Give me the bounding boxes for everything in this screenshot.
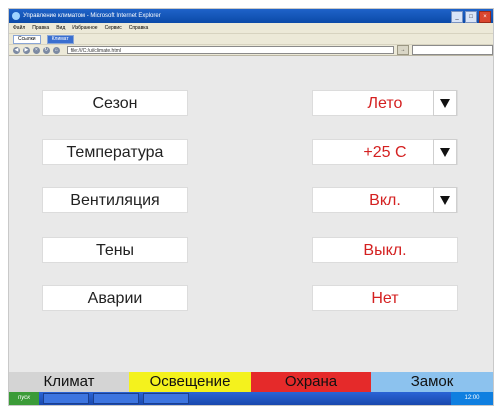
search-input[interactable] bbox=[411, 45, 493, 55]
season-dropdown-button[interactable] bbox=[433, 90, 457, 116]
links-label[interactable]: Ссылки bbox=[13, 34, 41, 44]
taskbar: пуск 12:00 bbox=[9, 392, 493, 405]
chevron-down-icon bbox=[440, 98, 450, 108]
browser-window: Управление климатом - Microsoft Internet… bbox=[8, 8, 494, 406]
menu-edit[interactable]: Правка bbox=[32, 23, 49, 33]
system-clock: 12:00 bbox=[451, 392, 493, 405]
ventilation-dropdown-button[interactable] bbox=[433, 187, 457, 213]
label-heaters: Тены bbox=[42, 237, 188, 263]
value-ventilation-text: Вкл. bbox=[369, 192, 401, 209]
taskbar-item[interactable] bbox=[93, 393, 139, 404]
window-controls: _ □ × bbox=[451, 11, 491, 23]
chevron-down-icon bbox=[440, 147, 450, 157]
section-tabs: Климат Освещение Охрана Замок bbox=[9, 372, 493, 392]
taskbar-item[interactable] bbox=[43, 393, 89, 404]
climate-panel: Сезон Лето Температура +25 С Вентиляция … bbox=[9, 57, 493, 375]
menu-view[interactable]: Вид bbox=[56, 23, 65, 33]
go-button[interactable]: → bbox=[396, 45, 409, 55]
tab-lighting[interactable]: Освещение bbox=[129, 372, 251, 392]
title-bar: Управление климатом - Microsoft Internet… bbox=[9, 9, 493, 23]
menu-help[interactable]: Справка bbox=[129, 23, 149, 33]
window-title: Управление климатом - Microsoft Internet… bbox=[23, 13, 161, 19]
address-bar: ◀ ▶ × ↻ ⌂ file:///C:/ui/climate.html → bbox=[9, 44, 493, 56]
value-temperature-text: +25 С bbox=[363, 144, 407, 161]
menu-tools[interactable]: Сервис bbox=[105, 23, 122, 33]
home-icon[interactable]: ⌂ bbox=[52, 46, 60, 54]
browser-icon bbox=[12, 12, 20, 20]
minimize-button[interactable]: _ bbox=[451, 11, 463, 23]
label-season: Сезон bbox=[42, 90, 188, 116]
temperature-dropdown-button[interactable] bbox=[433, 139, 457, 165]
links-bar: Ссылки Климат bbox=[9, 33, 493, 44]
value-season-text: Лето bbox=[367, 95, 403, 112]
chevron-down-icon bbox=[440, 195, 450, 205]
menu-bar: Файл Правка Вид Избранное Сервис Справка bbox=[9, 23, 493, 33]
refresh-icon[interactable]: ↻ bbox=[42, 46, 50, 54]
tab-security[interactable]: Охрана bbox=[251, 372, 371, 392]
link-climate[interactable]: Климат bbox=[46, 34, 74, 44]
back-icon[interactable]: ◀ bbox=[13, 46, 20, 54]
address-input[interactable]: file:///C:/ui/climate.html bbox=[66, 46, 394, 54]
menu-favorites[interactable]: Избранное bbox=[72, 23, 97, 33]
tab-lock[interactable]: Замок bbox=[371, 372, 493, 392]
value-heaters[interactable]: Выкл. bbox=[312, 237, 458, 263]
maximize-button[interactable]: □ bbox=[465, 11, 477, 23]
menu-file[interactable]: Файл bbox=[13, 23, 25, 33]
label-alarms: Аварии bbox=[42, 285, 188, 311]
close-button[interactable]: × bbox=[479, 11, 491, 23]
value-alarms-text: Нет bbox=[371, 290, 399, 307]
label-temperature: Температура bbox=[42, 139, 188, 165]
value-heaters-text: Выкл. bbox=[363, 242, 407, 259]
tab-climate[interactable]: Климат bbox=[9, 372, 129, 392]
forward-icon[interactable]: ▶ bbox=[22, 46, 30, 54]
stop-icon[interactable]: × bbox=[32, 46, 40, 54]
label-ventilation: Вентиляция bbox=[42, 187, 188, 213]
start-button[interactable]: пуск bbox=[9, 392, 39, 405]
taskbar-item[interactable] bbox=[143, 393, 189, 404]
value-alarms[interactable]: Нет bbox=[312, 285, 458, 311]
